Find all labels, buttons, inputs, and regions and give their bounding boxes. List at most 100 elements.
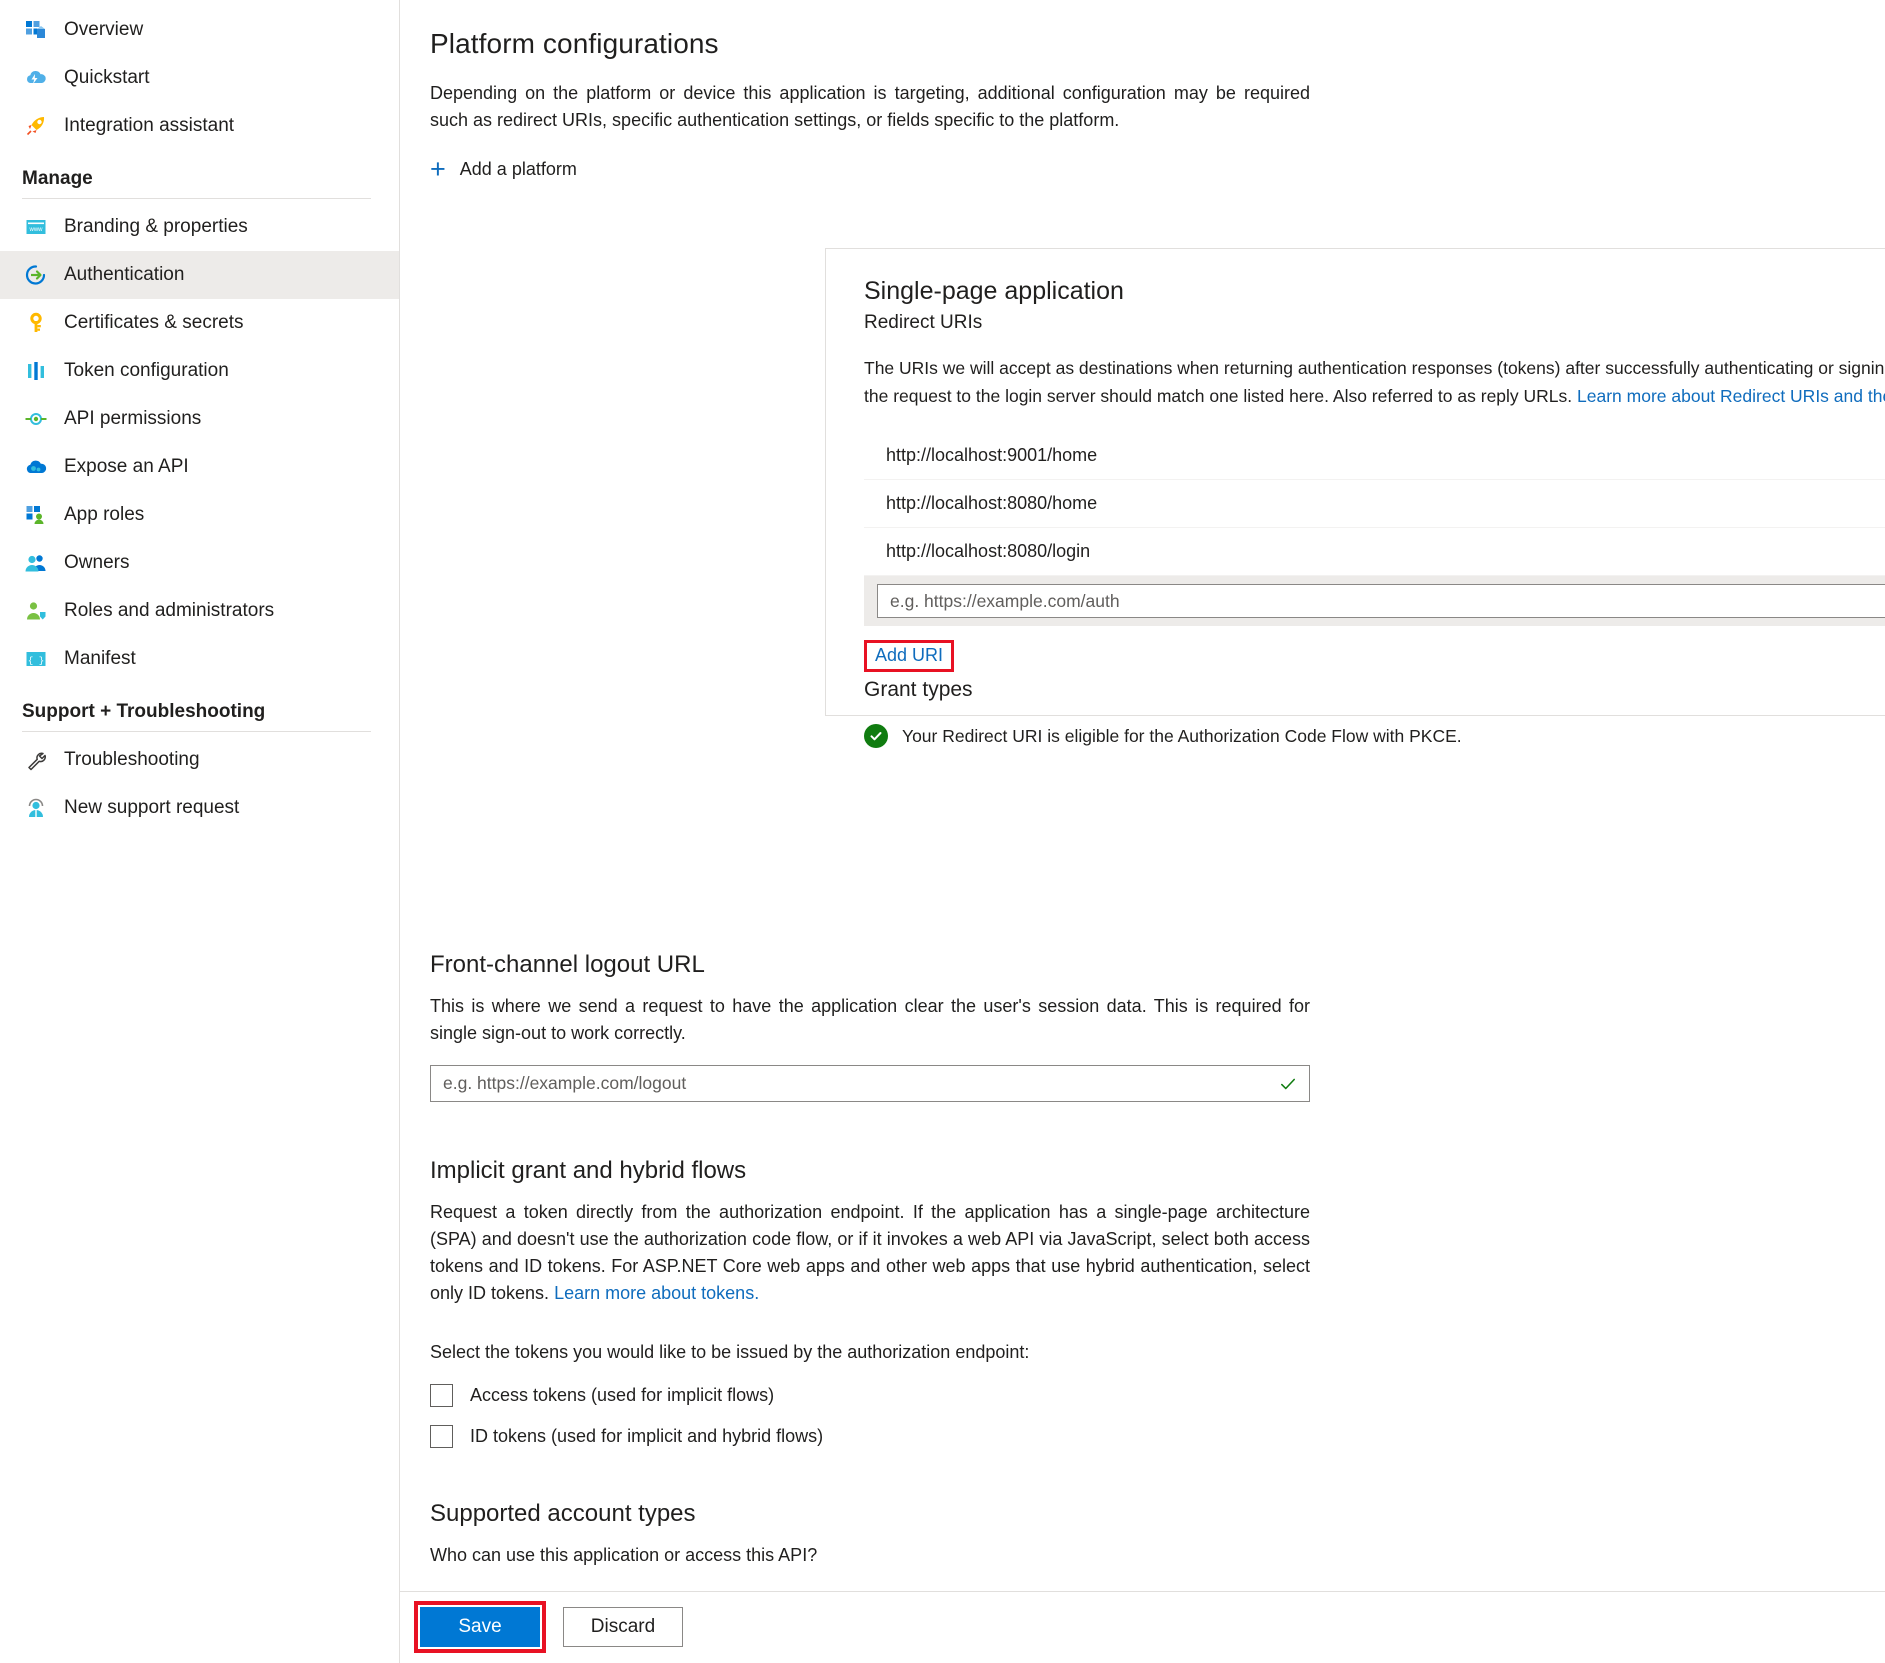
- learn-more-redirect-uris-link[interactable]: Learn more about Redirect URIs and their…: [1577, 386, 1885, 406]
- sidebar-item-integration-assistant[interactable]: Integration assistant: [0, 102, 399, 150]
- access-tokens-label: Access tokens (used for implicit flows): [470, 1385, 775, 1405]
- sidebar-item-label: Branding & properties: [64, 216, 248, 237]
- id-tokens-checkbox[interactable]: [430, 1425, 453, 1448]
- add-a-platform-button[interactable]: + Add a platform: [430, 156, 577, 183]
- access-tokens-checkbox-row[interactable]: Access tokens (used for implicit flows): [430, 1384, 1885, 1407]
- sidebar-group-divider: [22, 198, 371, 199]
- cloud-lightning-icon: [22, 64, 50, 92]
- cloud-gear-icon: [22, 453, 50, 481]
- sidebar-item-branding-properties[interactable]: www Branding & properties: [0, 203, 399, 251]
- front-channel-logout-title: Front-channel logout URL: [430, 951, 705, 978]
- implicit-grant-title: Implicit grant and hybrid flows: [430, 1157, 747, 1184]
- implicit-grant-description: Request a token directly from the author…: [430, 1199, 1310, 1307]
- front-channel-logout-description: This is where we send a request to have …: [430, 996, 1310, 1043]
- discard-button[interactable]: Discard: [563, 1607, 683, 1647]
- supported-account-types-title: Supported account types: [430, 1500, 696, 1527]
- sidebar-item-authentication[interactable]: Authentication: [0, 251, 399, 299]
- redirect-uri-row: http://localhost:8080/home: [864, 480, 1885, 528]
- sidebar-item-label: Quickstart: [64, 67, 150, 88]
- person-shield-icon: [22, 597, 50, 625]
- redirect-uris-description: The URIs we will accept as destinations …: [864, 354, 1885, 410]
- redirect-uri-value: http://localhost:8080/home: [886, 493, 1098, 513]
- browser-window-icon: www: [22, 213, 50, 241]
- learn-more-tokens-link[interactable]: Learn more about tokens.: [554, 1283, 759, 1303]
- plus-icon: +: [430, 154, 446, 184]
- id-tokens-checkbox-row[interactable]: ID tokens (used for implicit and hybrid …: [430, 1425, 1885, 1448]
- valid-check-icon: [1279, 1075, 1309, 1093]
- sidebar-item-new-support-request[interactable]: New support request: [0, 784, 399, 832]
- card-header: Single-page application Redirect URIs Qu…: [826, 249, 1885, 334]
- implicit-grant-section: Implicit grant and hybrid flows Request …: [430, 1157, 1885, 1448]
- page-title: Platform configurations: [430, 28, 719, 59]
- sidebar-item-label: Overview: [64, 19, 144, 40]
- grid-person-icon: [22, 501, 50, 529]
- sidebar-item-owners[interactable]: Owners: [0, 539, 399, 587]
- key-icon: [22, 309, 50, 337]
- sidebar-item-label: App roles: [64, 504, 145, 525]
- supported-account-types-question: Who can use this application or access t…: [430, 1545, 818, 1565]
- azure-authentication-page: Overview Quickstart Integration assistan…: [0, 0, 1885, 1663]
- front-channel-logout-input[interactable]: [431, 1073, 1279, 1094]
- access-tokens-checkbox[interactable]: [430, 1384, 453, 1407]
- sidebar-item-label: Integration assistant: [64, 115, 235, 136]
- save-highlight-box: Save: [414, 1601, 546, 1653]
- sidebar-item-label: New support request: [64, 797, 240, 818]
- sidebar-item-manifest[interactable]: { } Manifest: [0, 635, 399, 683]
- sidebar-item-label: Authentication: [64, 264, 185, 285]
- sidebar-item-label: API permissions: [64, 408, 202, 429]
- sidebar-item-label: Troubleshooting: [64, 749, 200, 770]
- sidebar-group-support-troubleshooting: Support + Troubleshooting: [22, 701, 266, 722]
- left-navigation-sidebar: Overview Quickstart Integration assistan…: [0, 0, 400, 1663]
- support-agent-icon: [22, 794, 50, 822]
- select-tokens-label: Select the tokens you would like to be i…: [430, 1342, 1030, 1362]
- sidebar-group-manage: Manage: [22, 168, 93, 189]
- sidebar-item-overview[interactable]: Overview: [0, 6, 399, 54]
- main-content: Platform configurations Depending on the…: [400, 0, 1885, 1663]
- new-redirect-uri-row: [864, 576, 1885, 626]
- new-redirect-uri-input[interactable]: [877, 584, 1885, 618]
- svg-text:{ }: { }: [28, 656, 44, 666]
- redirect-uri-list: http://localhost:9001/home http://localh…: [864, 432, 1885, 626]
- wrench-icon: [22, 746, 50, 774]
- bar-columns-icon: [22, 357, 50, 385]
- sidebar-item-expose-an-api[interactable]: Expose an API: [0, 443, 399, 491]
- sidebar-item-token-configuration[interactable]: Token configuration: [0, 347, 399, 395]
- sidebar-item-label: Certificates & secrets: [64, 312, 244, 333]
- front-channel-logout-field: [430, 1065, 1310, 1102]
- save-button[interactable]: Save: [420, 1607, 540, 1647]
- arrow-enter-circle-icon: [22, 261, 50, 289]
- success-check-icon: [864, 724, 888, 748]
- id-tokens-label: ID tokens (used for implicit and hybrid …: [470, 1426, 824, 1446]
- add-uri-link[interactable]: Add URI: [875, 645, 943, 665]
- code-braces-icon: { }: [22, 645, 50, 673]
- sidebar-item-certificates-secrets[interactable]: Certificates & secrets: [0, 299, 399, 347]
- sidebar-item-roles-and-administrators[interactable]: Roles and administrators: [0, 587, 399, 635]
- sidebar-item-quickstart[interactable]: Quickstart: [0, 54, 399, 102]
- card-title: Single-page application: [864, 277, 1124, 305]
- add-a-platform-label: Add a platform: [459, 159, 577, 179]
- platform-configurations-description: Depending on the platform or device this…: [430, 83, 1310, 130]
- grant-types-status-text: Your Redirect URI is eligible for the Au…: [902, 725, 1462, 746]
- front-channel-logout-section: Front-channel logout URL This is where w…: [430, 951, 1885, 1102]
- two-people-icon: [22, 549, 50, 577]
- sidebar-item-api-permissions[interactable]: API permissions: [0, 395, 399, 443]
- command-footer-bar: Save Discard: [400, 1591, 1885, 1663]
- sidebar-item-label: Token configuration: [64, 360, 229, 381]
- sidebar-item-label: Owners: [64, 552, 130, 573]
- redirect-uri-row: http://localhost:9001/home: [864, 432, 1885, 480]
- single-page-application-card: Single-page application Redirect URIs Qu…: [825, 248, 1885, 748]
- sidebar-item-app-roles[interactable]: App roles: [0, 491, 399, 539]
- redirect-uri-value: http://localhost:9001/home: [886, 445, 1098, 465]
- rocket-icon: [22, 112, 50, 140]
- overview-grid-icon: [22, 16, 50, 44]
- add-uri-highlight-box: Add URI: [864, 640, 955, 672]
- svg-text:www: www: [29, 227, 44, 233]
- grant-types-status-row: Your Redirect URI is eligible for the Au…: [864, 724, 1885, 748]
- sidebar-item-label: Roles and administrators: [64, 600, 275, 621]
- sidebar-item-label: Manifest: [64, 648, 136, 669]
- sidebar-item-troubleshooting[interactable]: Troubleshooting: [0, 736, 399, 784]
- sidebar-group-divider: [22, 731, 371, 732]
- redirect-uri-row: http://localhost:8080/login: [864, 528, 1885, 576]
- api-node-icon: [22, 405, 50, 433]
- card-subtitle: Redirect URIs: [864, 312, 983, 333]
